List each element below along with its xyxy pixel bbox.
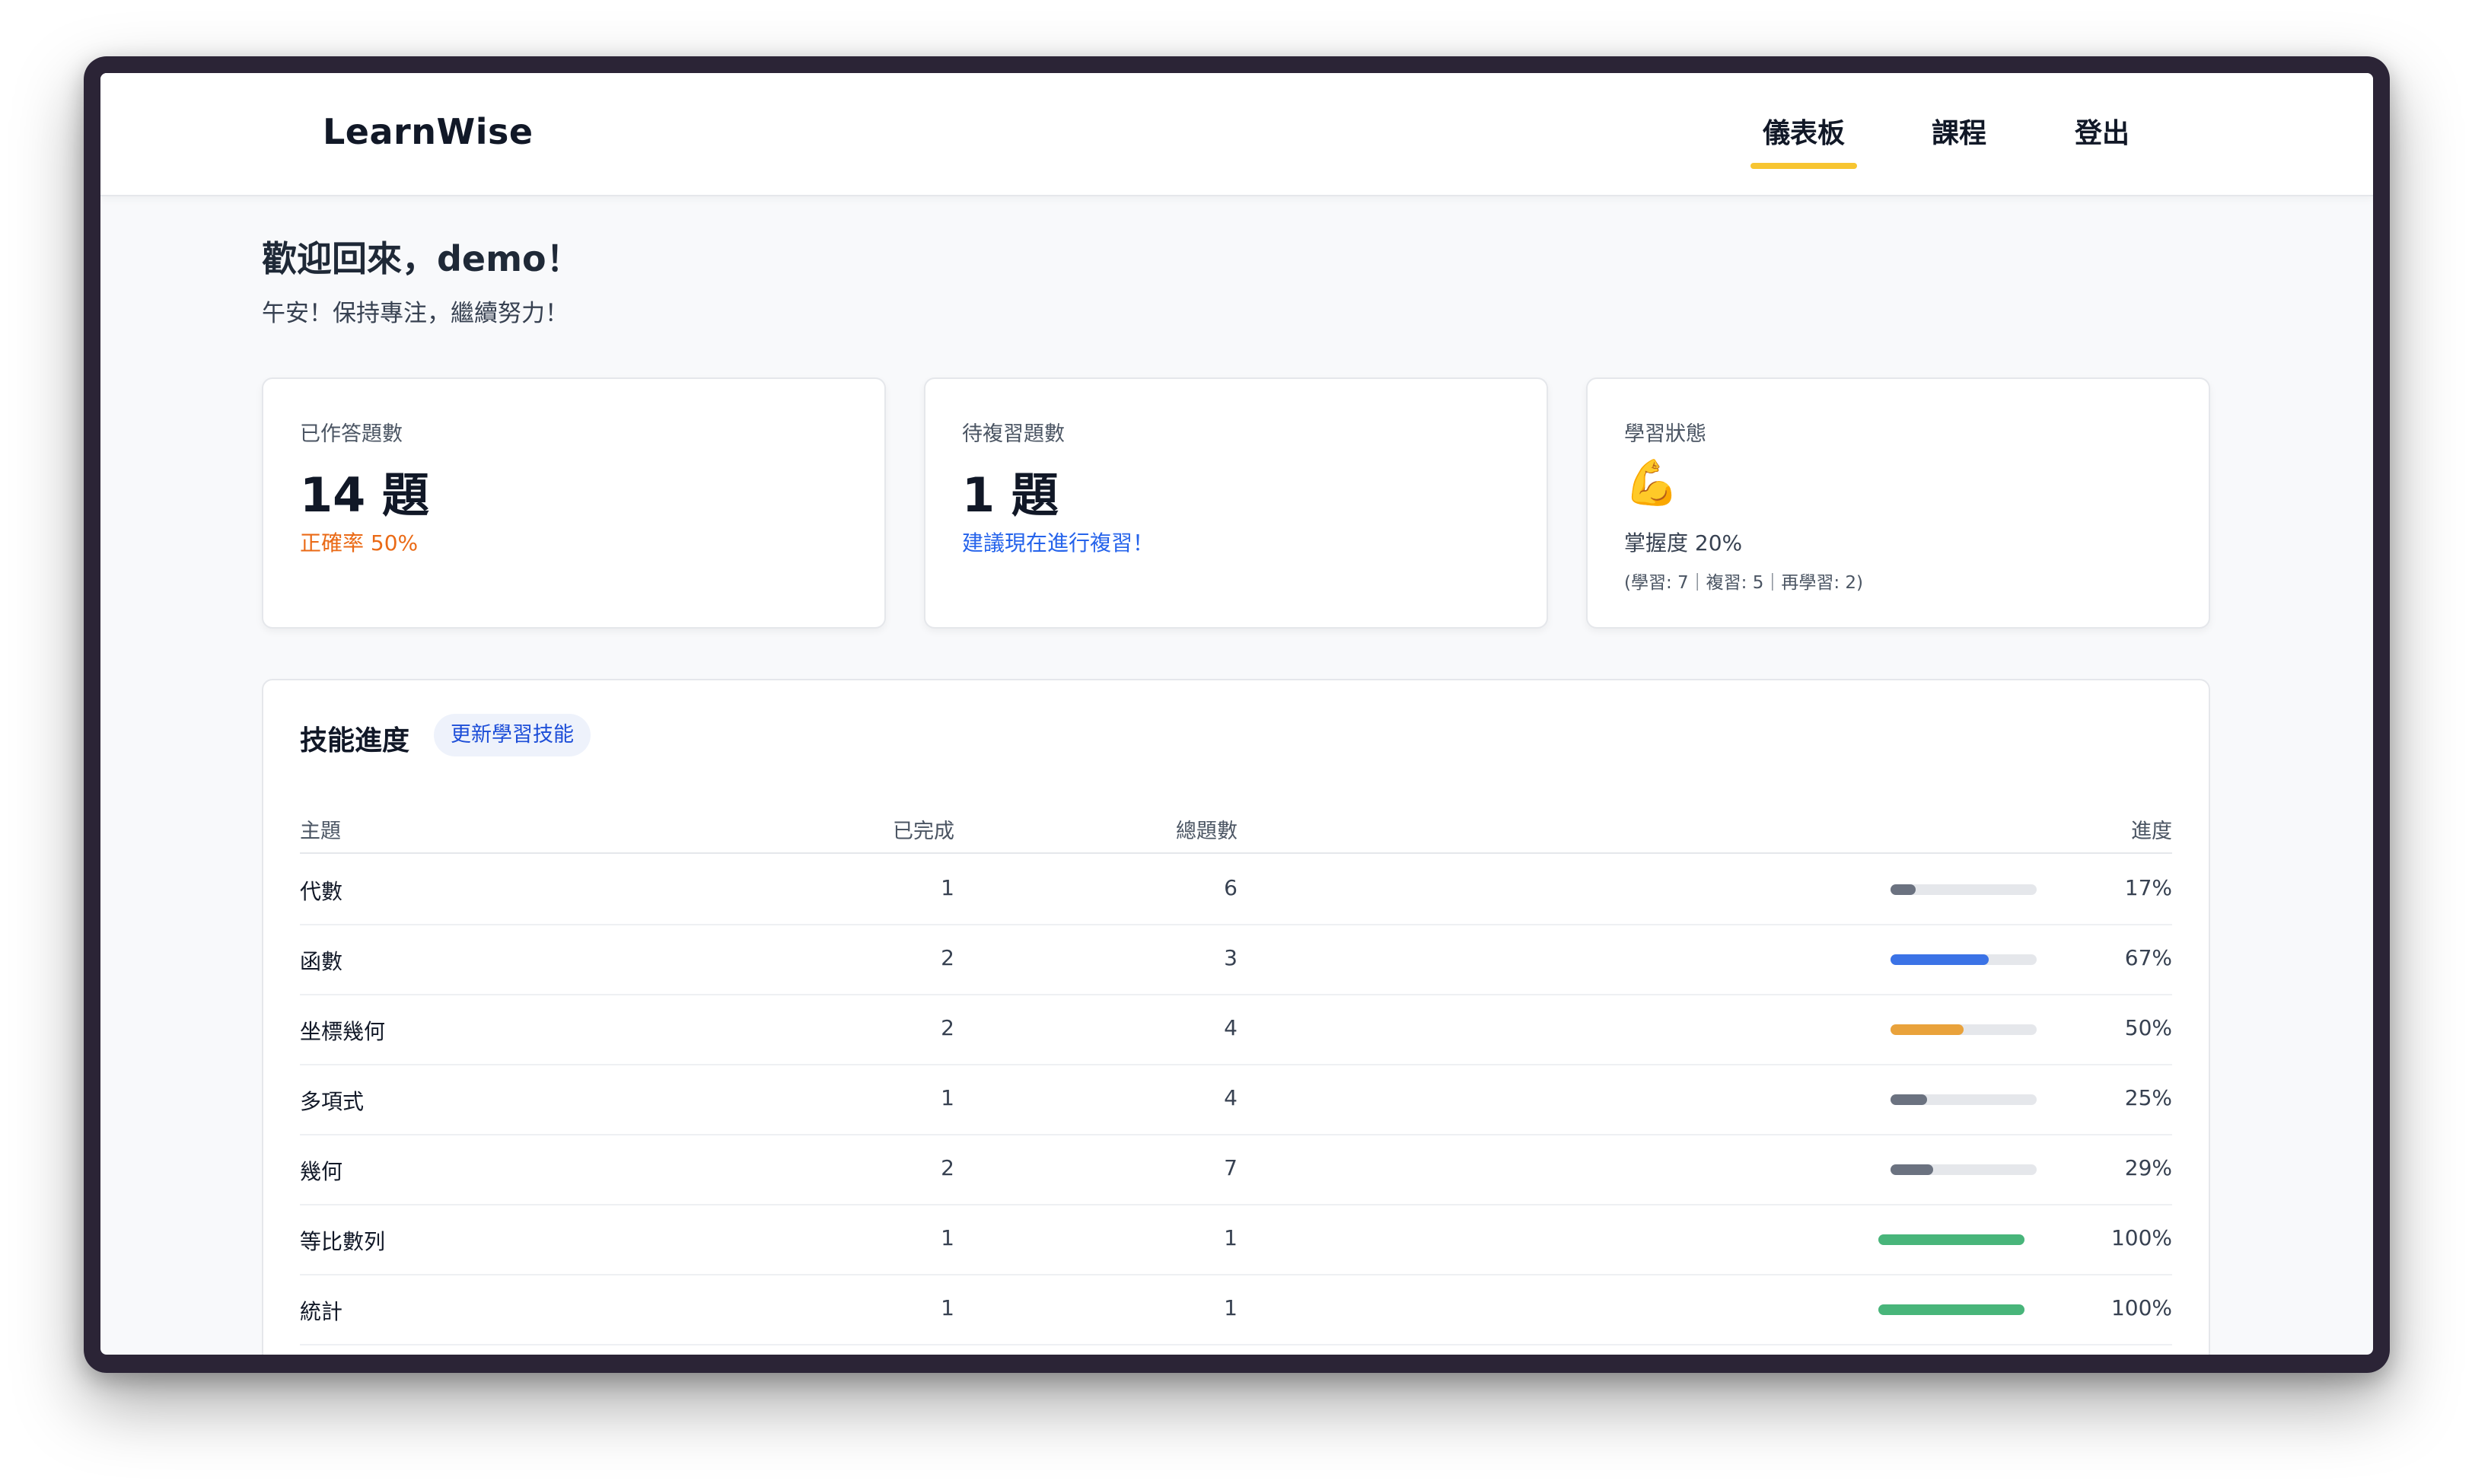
status-card: 學習狀態 💪 掌握度 20% (學習: 7｜複習: 5｜再學習: 2) bbox=[1586, 377, 2210, 629]
table-row[interactable]: 函數 2 3 67% bbox=[300, 924, 2172, 995]
flexed-biceps-icon: 💪 bbox=[1624, 457, 1680, 508]
total-cell: 7 bbox=[1224, 1155, 1238, 1180]
progress-bar bbox=[1891, 1164, 2037, 1175]
progress-percent: 100% bbox=[2110, 1225, 2172, 1250]
topic-cell: 多項式 bbox=[300, 1089, 365, 1114]
progress-percent: 100% bbox=[2110, 1295, 2172, 1320]
done-cell: 1 bbox=[941, 1225, 954, 1250]
progress-bar-fill bbox=[1891, 954, 1989, 965]
total-cell: 6 bbox=[1224, 875, 1238, 900]
column-done: 已完成 bbox=[893, 820, 954, 843]
nav-dashboard[interactable]: 儀表板 bbox=[1763, 111, 1845, 151]
progress-bar bbox=[1891, 954, 2037, 965]
answered-card: 已作答題數 14 題 正確率 50% bbox=[262, 377, 886, 629]
skills-title: 技能進度 bbox=[300, 725, 410, 756]
total-cell: 3 bbox=[1224, 945, 1238, 970]
accuracy-note: 正確率 50% bbox=[300, 530, 419, 556]
progress-bar bbox=[1891, 884, 2037, 895]
progress-percent: 67% bbox=[2124, 945, 2172, 970]
progress-percent: 29% bbox=[2124, 1155, 2172, 1180]
progress-bar-fill bbox=[1878, 1234, 2024, 1245]
skills-table-header: 主題 已完成 總題數 進度 bbox=[300, 814, 2172, 854]
progress-bar bbox=[1891, 1024, 2037, 1035]
topic-cell: 等比數列 bbox=[300, 1229, 386, 1254]
app-screen: LearnWise 儀表板 課程 登出 歡迎回來，demo！ 午安！保持專注，繼… bbox=[100, 73, 2373, 1355]
total-cell: 4 bbox=[1224, 1085, 1238, 1110]
welcome-title: 歡迎回來，demo！ bbox=[262, 238, 581, 279]
progress-bar bbox=[1878, 1234, 2024, 1245]
progress-bar-fill bbox=[1891, 1164, 1933, 1175]
topic-cell: 代數 bbox=[300, 879, 343, 904]
table-row[interactable]: 統計 1 1 100% bbox=[300, 1274, 2172, 1345]
table-row[interactable]: 等比數列 1 1 100% bbox=[300, 1204, 2172, 1275]
table-row[interactable]: 多項式 1 4 25% bbox=[300, 1064, 2172, 1135]
total-cell: 1 bbox=[1224, 1295, 1238, 1320]
review-suggestion-link[interactable]: 建議現在進行複習！ bbox=[962, 527, 1154, 557]
review-label: 待複習題數 bbox=[962, 422, 1065, 446]
done-cell: 1 bbox=[941, 1085, 954, 1110]
topic-cell: 函數 bbox=[300, 949, 343, 974]
topic-cell: 幾何 bbox=[300, 1159, 343, 1184]
done-cell: 1 bbox=[941, 875, 954, 900]
total-cell: 1 bbox=[1224, 1225, 1238, 1250]
done-cell: 2 bbox=[941, 945, 954, 970]
done-cell: 1 bbox=[941, 1295, 954, 1320]
progress-percent: 17% bbox=[2124, 875, 2172, 900]
nav-active-indicator bbox=[1750, 163, 1857, 169]
progress-bar-fill bbox=[1891, 1094, 1927, 1105]
progress-percent: 25% bbox=[2124, 1085, 2172, 1110]
progress-bar bbox=[1891, 1094, 2037, 1105]
column-total: 總題數 bbox=[1176, 820, 1238, 843]
skills-panel: 技能進度 更新學習技能 主題 已完成 總題數 進度 代數 1 6 17% 函數 2 3 67%… bbox=[262, 679, 2210, 1355]
welcome-subtitle: 午安！保持專注，繼續努力！ bbox=[262, 300, 569, 327]
update-skills-button[interactable]: 更新學習技能 bbox=[434, 714, 591, 756]
done-cell: 2 bbox=[941, 1015, 954, 1040]
nav-logout[interactable]: 登出 bbox=[2075, 111, 2130, 151]
progress-percent: 50% bbox=[2124, 1015, 2172, 1040]
column-progress: 進度 bbox=[2131, 820, 2172, 843]
progress-bar-fill bbox=[1891, 884, 1916, 895]
table-row[interactable]: 幾何 2 7 29% bbox=[300, 1134, 2172, 1205]
review-card: 待複習題數 1 題 建議現在進行複習！ bbox=[924, 377, 1548, 629]
table-row[interactable]: 代數 1 6 17% bbox=[300, 854, 2172, 925]
status-label: 學習狀態 bbox=[1624, 422, 1706, 446]
review-value: 1 題 bbox=[962, 467, 1059, 523]
nav-courses[interactable]: 課程 bbox=[1932, 111, 1986, 151]
mastery-text: 掌握度 20% bbox=[1624, 530, 1743, 556]
progress-bar-fill bbox=[1891, 1024, 1964, 1035]
progress-bar-fill bbox=[1878, 1304, 2024, 1315]
table-row[interactable]: 坐標幾何 2 4 50% bbox=[300, 994, 2172, 1065]
brand-logo[interactable]: LearnWise bbox=[323, 111, 534, 152]
answered-label: 已作答題數 bbox=[300, 422, 403, 446]
progress-bar bbox=[1878, 1304, 2024, 1315]
answered-value: 14 題 bbox=[300, 467, 429, 523]
column-topic: 主題 bbox=[300, 820, 341, 843]
topic-cell: 統計 bbox=[300, 1299, 343, 1324]
status-breakdown: (學習: 7｜複習: 5｜再學習: 2) bbox=[1624, 573, 1864, 593]
total-cell: 4 bbox=[1224, 1015, 1238, 1040]
topic-cell: 坐標幾何 bbox=[300, 1019, 386, 1044]
done-cell: 2 bbox=[941, 1155, 954, 1180]
top-navigation-bar: LearnWise 儀表板 課程 登出 bbox=[100, 73, 2373, 196]
